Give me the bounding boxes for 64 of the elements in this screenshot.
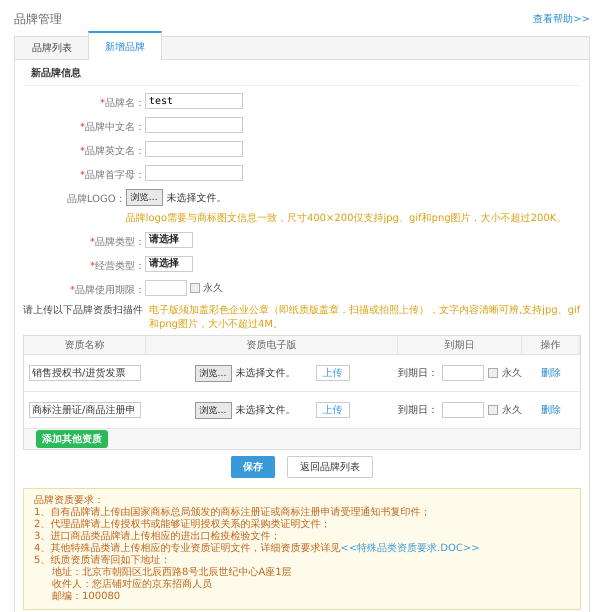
- date-field[interactable]: [442, 365, 484, 381]
- file-status: 未选择文件。: [236, 404, 296, 417]
- file-status: 未选择文件。: [166, 192, 227, 204]
- tab[interactable]: 品牌列表: [16, 37, 88, 59]
- input-field[interactable]: [145, 141, 243, 157]
- delete-link[interactable]: 删除: [541, 366, 561, 380]
- note-line: 1、自有品牌请上传由国家商标总局颁发的商标注册证或商标注册申请受理通知书复印件；: [34, 507, 432, 518]
- date-field[interactable]: [145, 280, 187, 296]
- upload-hint: 电子版须加盖彩色企业公章（即纸质版盖章，扫描或拍照上传），文字内容清晰可辨,支持jpg、gif和png图片，大小不超过4M。: [149, 304, 581, 331]
- column-header: 到期日: [398, 336, 522, 354]
- field-label: 品牌使用期限：: [75, 285, 145, 296]
- input-field[interactable]: [145, 117, 243, 133]
- checkbox-label: 永久: [502, 366, 522, 380]
- checkbox-label: 永久: [502, 404, 522, 417]
- field-label: 经营类型：: [95, 261, 145, 272]
- browse-button[interactable]: 浏览…: [194, 364, 232, 382]
- column-header: 资质名称: [24, 336, 146, 354]
- name-field[interactable]: 商标注册证/商品注册申: [29, 402, 141, 418]
- select-field[interactable]: 请选择: [145, 232, 193, 248]
- checkbox[interactable]: [488, 368, 498, 378]
- date-field[interactable]: [442, 402, 484, 418]
- required-mark: *: [90, 261, 95, 272]
- field-label: 品牌LOGO：: [66, 194, 126, 205]
- required-mark: *: [70, 285, 75, 296]
- field-label: 品牌英文名：: [85, 146, 145, 157]
- checkbox[interactable]: [190, 283, 200, 293]
- required-mark: *: [100, 98, 105, 109]
- tab[interactable]: 新增品牌: [88, 31, 162, 60]
- checkbox-label: 永久: [203, 282, 223, 295]
- note-line: 邮编：100080: [51, 591, 122, 603]
- checkbox[interactable]: [488, 405, 498, 415]
- required-mark: *: [80, 170, 85, 181]
- help-link[interactable]: 查看帮助>>: [533, 12, 590, 26]
- date-label: 到期日：: [398, 366, 438, 380]
- note-line: 收件人：您店铺对应的京东招商人员: [51, 579, 213, 590]
- field-label: 品牌首字母：: [85, 170, 145, 181]
- notes-title: 品牌资质要求：: [34, 495, 105, 506]
- note-line: 4、其他特殊品类请上传相应的专业资质证明文件，详细资质要求详见<<特殊品类资质要求.DOC>>: [34, 543, 481, 554]
- date-label: 到期日：: [398, 404, 438, 417]
- field-label: 品牌类型：: [95, 237, 145, 248]
- column-header: 操作: [522, 336, 580, 354]
- input-field[interactable]: [145, 165, 243, 181]
- page-title: 品牌管理: [14, 10, 62, 28]
- required-mark: *: [80, 122, 85, 133]
- back-button[interactable]: 返回品牌列表: [287, 456, 373, 478]
- note-line: 地址：北京市朝阳区北辰西路8号北辰世纪中心A座1层: [51, 567, 293, 578]
- select-field[interactable]: 请选择: [145, 256, 193, 272]
- delete-link[interactable]: 删除: [541, 403, 561, 417]
- field-label: 品牌名：: [105, 98, 145, 109]
- upload-title: 请上传以下品牌资质扫描件: [23, 304, 143, 317]
- browse-button[interactable]: 浏览…: [194, 402, 232, 418]
- browse-button[interactable]: 浏览…: [126, 189, 163, 206]
- file-status: 未选择文件。: [236, 366, 296, 380]
- hint-text: 品牌logo需要与商标图文信息一致，尺寸400×200仅支持jpg、gif和png图片，大小不超过200K。: [126, 212, 568, 225]
- note-line: 2、代理品牌请上传授权书或能够证明授权关系的采购类证明文件；: [34, 519, 332, 530]
- required-mark: *: [90, 237, 95, 248]
- note-line: 5、纸质资质请寄回如下地址：: [34, 555, 172, 566]
- input-field[interactable]: test: [145, 93, 243, 109]
- column-header: 资质电子版: [146, 336, 398, 354]
- field-label: 品牌中文名：: [85, 122, 145, 133]
- note-line: 3、进口商品类品牌请上传相应的进出口检疫检验文件；: [34, 531, 282, 542]
- required-mark: *: [80, 146, 85, 157]
- name-field[interactable]: 销售授权书/进货发票: [29, 365, 141, 381]
- section-title: 新品牌信息: [23, 64, 581, 86]
